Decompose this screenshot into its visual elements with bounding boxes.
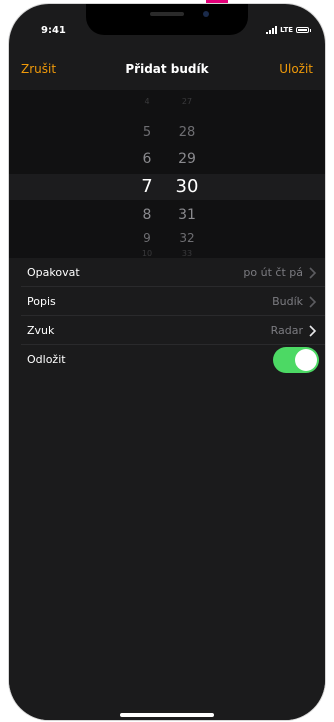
alarm-settings-list: Opakovat po út čt pá Popis Budík Zvuk Ra… — [9, 258, 325, 373]
minute-wheel[interactable]: 27 28 29 30 31 32 33 — [167, 90, 207, 258]
snooze-label: Odložit — [27, 353, 66, 366]
description-row[interactable]: Popis Budík — [21, 287, 325, 316]
speaker-grille — [150, 12, 184, 16]
hour-option[interactable]: 10 — [127, 250, 167, 258]
sound-value: Radar — [270, 324, 303, 337]
empty-content-area — [9, 407, 325, 720]
page-title: Přidat budík — [125, 62, 209, 76]
minute-selected[interactable]: 30 — [167, 178, 207, 196]
description-value: Budík — [272, 295, 303, 308]
minute-option[interactable]: 29 — [167, 152, 207, 166]
hour-wheel[interactable]: 4 5 6 7 8 9 10 — [127, 90, 167, 258]
home-indicator[interactable] — [120, 713, 214, 717]
hour-option[interactable]: 8 — [127, 208, 167, 222]
signal-icon — [266, 26, 278, 34]
toggle-knob — [295, 349, 317, 371]
sound-row[interactable]: Zvuk Radar — [21, 316, 325, 345]
chevron-right-icon — [309, 325, 317, 337]
minute-option[interactable]: 28 — [167, 126, 207, 139]
hour-option[interactable]: 9 — [127, 232, 167, 244]
minute-option[interactable]: 32 — [167, 232, 207, 244]
hour-selected[interactable]: 7 — [127, 178, 167, 196]
battery-tip — [310, 28, 311, 32]
chevron-right-icon — [309, 267, 317, 279]
repeat-label: Opakovat — [27, 266, 80, 279]
snooze-row: Odložit — [21, 345, 325, 373]
hour-option[interactable]: 6 — [127, 152, 167, 166]
status-time: 9:41 — [41, 25, 66, 36]
battery-icon — [296, 27, 309, 33]
minute-option[interactable]: 33 — [167, 250, 207, 258]
hour-option[interactable]: 5 — [127, 126, 167, 139]
status-indicators: LTE — [266, 26, 311, 34]
save-button[interactable]: Uložit — [279, 62, 313, 76]
hour-option[interactable]: 4 — [127, 98, 167, 106]
sound-label: Zvuk — [27, 324, 55, 337]
snooze-toggle[interactable] — [273, 347, 319, 373]
device-notch — [86, 4, 248, 35]
front-camera — [203, 11, 209, 17]
chevron-right-icon — [309, 296, 317, 308]
repeat-value: po út čt pá — [243, 266, 303, 279]
time-picker[interactable]: 4 5 6 7 8 9 10 27 28 29 30 31 32 33 — [9, 90, 325, 258]
minute-option[interactable]: 31 — [167, 208, 207, 222]
repeat-row[interactable]: Opakovat po út čt pá — [21, 258, 325, 287]
minute-option[interactable]: 27 — [167, 98, 207, 106]
network-type: LTE — [280, 26, 293, 34]
description-label: Popis — [27, 295, 56, 308]
screenshot-frame: 9:41 LTE Zrušit Přidat budík Uložit 4 5 6 7… — [0, 0, 334, 722]
navigation-bar: Zrušit Přidat budík Uložit — [9, 48, 325, 90]
phone-screen: 9:41 LTE Zrušit Přidat budík Uložit 4 5 6 7… — [9, 4, 325, 720]
